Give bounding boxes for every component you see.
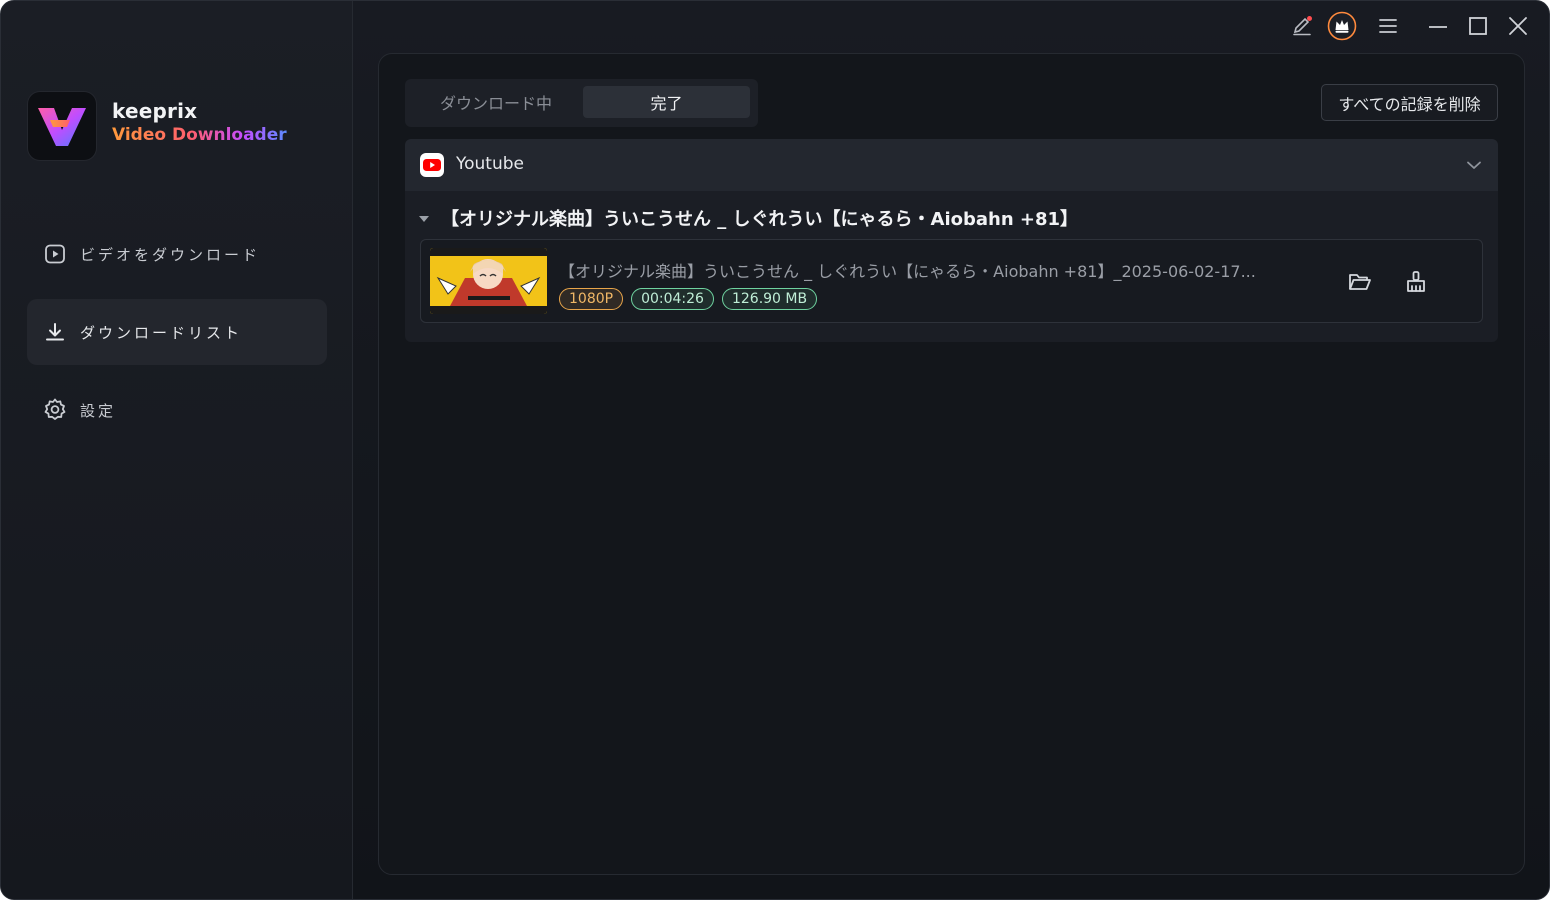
tab-downloading[interactable]: ダウンロード中 xyxy=(411,86,581,118)
download-list-panel: ダウンロード中 完了 すべての記録を削除 Youtube 【オリジナル楽曲】うい xyxy=(378,53,1525,875)
keeprix-logo-icon xyxy=(38,108,86,146)
close-icon[interactable] xyxy=(1503,11,1533,41)
source-name: Youtube xyxy=(456,154,524,174)
sidebar-item-download-list[interactable]: ダウンロードリスト xyxy=(27,299,327,365)
video-thumbnail[interactable] xyxy=(430,248,547,314)
tab-completed[interactable]: 完了 xyxy=(583,86,750,118)
downloaded-file-card: 【オリジナル楽曲】ういこうせん _ しぐれうい【にゃるら・Aiobahn +81… xyxy=(420,239,1483,323)
clean-broom-icon[interactable] xyxy=(1402,268,1430,296)
app-logo xyxy=(28,92,96,160)
source-group-body: 【オリジナル楽曲】ういこうせん _ しぐれうい【にゃるら・Aiobahn +81… xyxy=(405,191,1498,342)
feedback-pen-icon[interactable] xyxy=(1287,11,1317,41)
youtube-icon xyxy=(420,153,444,177)
gear-icon xyxy=(42,397,68,423)
video-title: 【オリジナル楽曲】ういこうせん _ しぐれうい【にゃるら・Aiobahn +81… xyxy=(441,209,1079,230)
brand-subtitle: Video Downloader xyxy=(112,125,287,145)
status-tabs: ダウンロード中 完了 xyxy=(405,79,758,127)
maximize-icon[interactable] xyxy=(1463,11,1493,41)
minimize-icon[interactable] xyxy=(1423,11,1453,41)
menu-icon[interactable] xyxy=(1373,11,1403,41)
sidebar-item-label: 設定 xyxy=(80,401,117,420)
sidebar-item-settings[interactable]: 設定 xyxy=(27,377,327,443)
download-icon xyxy=(42,319,68,345)
open-folder-icon[interactable] xyxy=(1346,268,1374,296)
sidebar-item-video-download[interactable]: ビデオをダウンロード xyxy=(27,221,327,287)
app-window: keeprix Video Downloader ビデオをダウンロード ダウンロ… xyxy=(0,0,1550,900)
clear-all-records-button[interactable]: すべての記録を削除 xyxy=(1321,84,1498,121)
file-badges: 1080P 00:04:26 126.90 MB xyxy=(559,288,818,310)
caret-down-icon[interactable] xyxy=(419,216,429,222)
sidebar-item-label: ビデオをダウンロード xyxy=(80,245,261,264)
duration-badge: 00:04:26 xyxy=(631,288,714,310)
source-group-header[interactable]: Youtube xyxy=(405,139,1498,191)
file-name: 【オリジナル楽曲】ういこうせん _ しぐれうい【にゃるら・Aiobahn +81… xyxy=(559,262,1256,281)
video-title-row[interactable]: 【オリジナル楽曲】ういこうせん _ しぐれうい【にゃるら・Aiobahn +81… xyxy=(419,205,1078,231)
brand-name: keeprix xyxy=(112,99,198,123)
chevron-down-icon[interactable] xyxy=(1464,155,1484,179)
sidebar: keeprix Video Downloader ビデオをダウンロード ダウンロ… xyxy=(1,1,353,899)
play-square-icon xyxy=(42,241,68,267)
sidebar-item-label: ダウンロードリスト xyxy=(80,323,243,342)
file-size-badge: 126.90 MB xyxy=(721,288,818,310)
resolution-badge: 1080P xyxy=(559,288,624,310)
premium-crown-icon[interactable] xyxy=(1327,11,1357,41)
